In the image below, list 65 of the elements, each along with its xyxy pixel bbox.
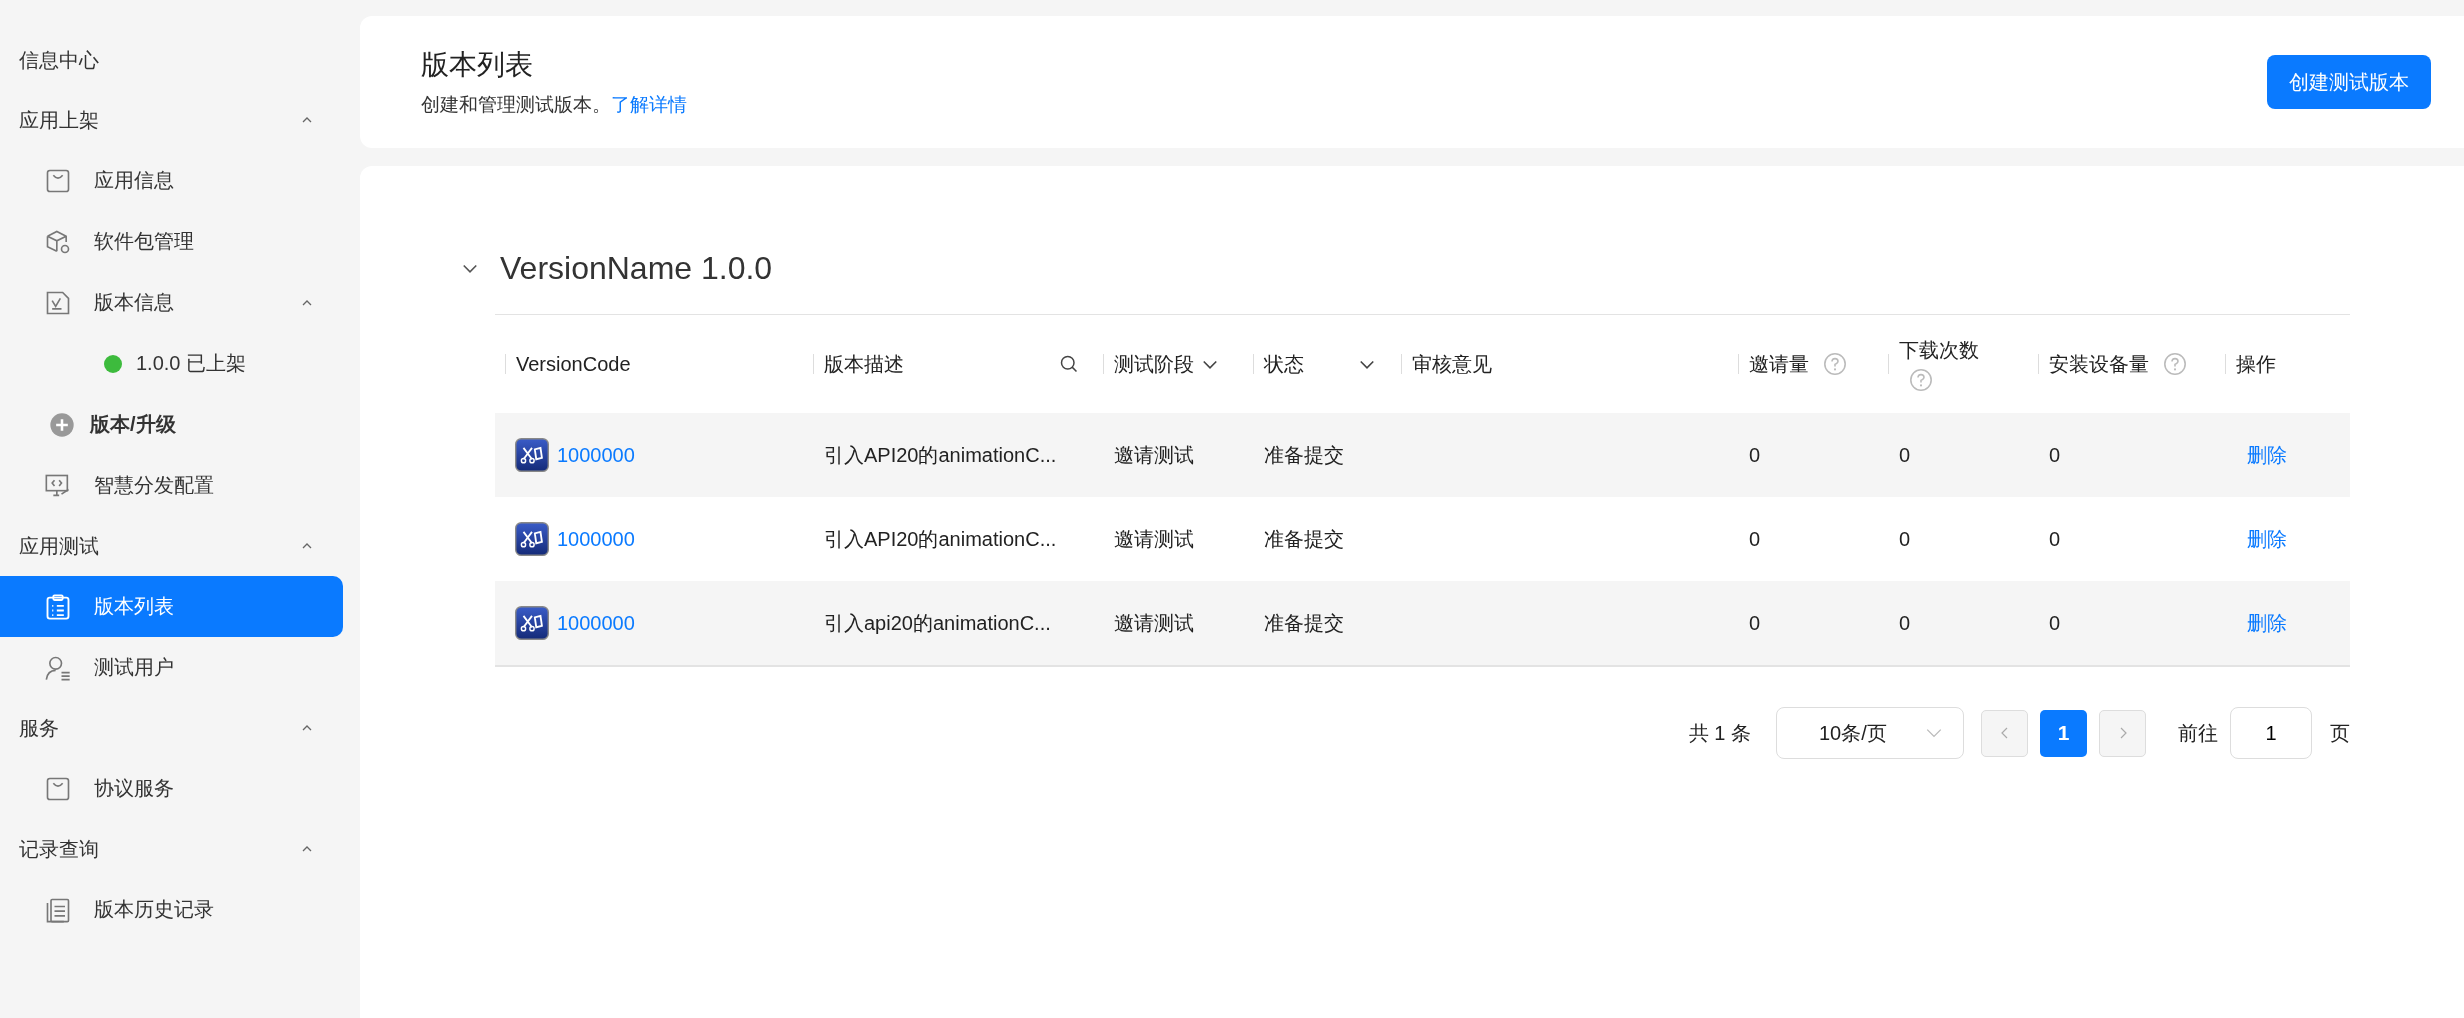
table-cell-text: 准备提交 <box>1263 526 1345 552</box>
page-input[interactable]: 1 <box>2230 707 2312 759</box>
plus-circle-icon <box>48 410 76 439</box>
delete-link[interactable]: 删除 <box>2247 441 2287 469</box>
sidebar-item[interactable]: 版本/升级 <box>0 394 343 455</box>
table-cell-text: 0 <box>1898 443 1912 467</box>
goto-label: 前往 <box>2178 720 2218 746</box>
table-cell-text: 引入API20的animationC... <box>823 442 1058 468</box>
table-cell-text: 引入API20的animationC... <box>823 526 1058 552</box>
sidebar-item[interactable]: 协议服务 <box>0 758 343 819</box>
table-cell-text: 引入api20的animationC... <box>823 610 1052 636</box>
sidebar-item[interactable]: 版本历史记录 <box>0 879 343 940</box>
table-cell-text: 0 <box>2048 527 2062 551</box>
page-suffix: 页 <box>2330 720 2350 746</box>
table-cell-text: 0 <box>1748 443 1762 467</box>
sidebar-item[interactable]: 软件包管理 <box>0 211 343 272</box>
app-icon <box>515 438 549 472</box>
sidebar-item[interactable]: 智慧分发配置 <box>0 455 343 516</box>
column-header: 审核意见 <box>1412 351 1492 377</box>
group-label[interactable]: 信息中心 <box>19 46 99 74</box>
table-cell-text: 邀请测试 <box>1113 526 1195 552</box>
page-description: 创建和管理测试版本。 <box>421 94 611 115</box>
column-header: 状态 <box>1264 351 1304 377</box>
sidebar-item[interactable]: 版本列表 <box>0 576 343 637</box>
column-header: VersionCode <box>516 352 631 376</box>
column-header: 邀请量 <box>1749 351 1809 377</box>
search-icon[interactable] <box>1059 354 1079 374</box>
page-size-select[interactable]: 10条/页 <box>1776 707 1964 759</box>
sidebar-item[interactable]: 版本信息 <box>0 272 343 333</box>
sidebar-item[interactable]: 测试用户 <box>0 637 343 698</box>
clipboard-icon <box>44 592 72 621</box>
version-code-link[interactable]: 1000000 <box>557 443 635 467</box>
delete-link[interactable]: 删除 <box>2247 609 2287 637</box>
version-code-link[interactable]: 1000000 <box>557 527 635 551</box>
group-label[interactable]: 记录查询 <box>19 835 99 863</box>
total-count: 共 1 条 <box>1688 720 1751 746</box>
table-cell-text: 邀请测试 <box>1113 442 1195 468</box>
table-cell-text: 0 <box>2048 611 2062 635</box>
page-button[interactable]: 1 <box>2040 709 2087 757</box>
column-header: 下载次数 <box>1899 337 1979 363</box>
learn-more-link[interactable]: 了解详情 <box>611 94 687 115</box>
column-header: 测试阶段 <box>1114 351 1194 377</box>
app-icon <box>515 606 549 640</box>
table-cell-text: 0 <box>1898 527 1912 551</box>
version-name-title: VersionName 1.0.0 <box>500 249 773 287</box>
column-header: 操作 <box>2236 351 2276 377</box>
table-cell-text: 0 <box>1748 611 1762 635</box>
table-cell-text: 0 <box>1748 527 1762 551</box>
table-cell-text: 0 <box>2048 443 2062 467</box>
column-header: 安装设备量 <box>2049 351 2149 377</box>
app-icon <box>515 522 549 556</box>
group-label[interactable]: 应用上架 <box>19 106 99 134</box>
sidebar-item[interactable]: 应用信息 <box>0 150 343 211</box>
version-code-link[interactable]: 1000000 <box>557 611 635 635</box>
create-version-button[interactable]: 创建测试版本 <box>2267 55 2431 109</box>
table-cell-text: 准备提交 <box>1263 610 1345 636</box>
table-cell-text: 邀请测试 <box>1113 610 1195 636</box>
table-cell-text: 准备提交 <box>1263 442 1345 468</box>
table-cell-text: 0 <box>1898 611 1912 635</box>
page-title: 版本列表 <box>421 48 534 82</box>
sidebar-subitem[interactable]: 1.0.0 已上架 <box>136 350 247 377</box>
group-label[interactable]: 服务 <box>19 714 59 742</box>
group-label[interactable]: 应用测试 <box>19 532 99 560</box>
delete-link[interactable]: 删除 <box>2247 525 2287 553</box>
column-header: 版本描述 <box>824 351 904 377</box>
